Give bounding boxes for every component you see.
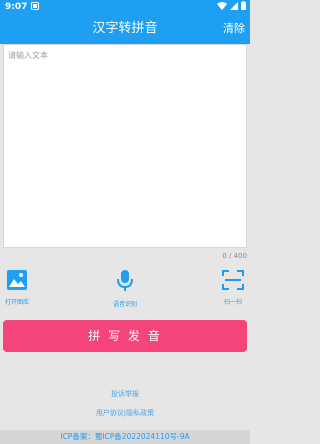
image-icon xyxy=(0,270,42,294)
text-input[interactable]: 请输入文本 xyxy=(3,44,247,248)
agreement-privacy-link[interactable]: 用户协议|隐私政策 xyxy=(0,408,250,418)
open-gallery-button[interactable]: 打开图库 xyxy=(0,270,42,306)
status-bar: 9:07 xyxy=(0,0,250,14)
report-link[interactable]: 投诉举报 xyxy=(0,389,250,399)
battery-icon xyxy=(241,1,246,13)
status-time: 9:07 xyxy=(5,2,28,12)
text-input-placeholder: 请输入文本 xyxy=(8,51,48,60)
app-bar: 汉字转拼音 清除 xyxy=(0,14,250,44)
voice-recognition-label: 语音识别 xyxy=(112,301,137,308)
clear-button[interactable]: 清除 xyxy=(223,14,245,44)
open-gallery-label: 打开图库 xyxy=(4,299,29,306)
app-notification-icon xyxy=(31,2,40,12)
spell-pronounce-button[interactable]: 拼 写 发 音 xyxy=(3,320,247,352)
scan-icon xyxy=(208,270,258,294)
icp-footer[interactable]: ICP备案：蜀ICP备2022024110号-9A xyxy=(0,430,250,444)
page-title: 汉字转拼音 xyxy=(92,21,158,36)
microphone-icon xyxy=(100,270,150,296)
char-counter: 0 / 400 xyxy=(222,252,247,260)
wifi-icon xyxy=(217,1,227,13)
signal-icon xyxy=(230,1,238,13)
scan-button[interactable]: 扫一扫 xyxy=(208,270,258,306)
scan-label: 扫一扫 xyxy=(223,299,242,306)
voice-recognition-button[interactable]: 语音识别 xyxy=(100,270,150,308)
